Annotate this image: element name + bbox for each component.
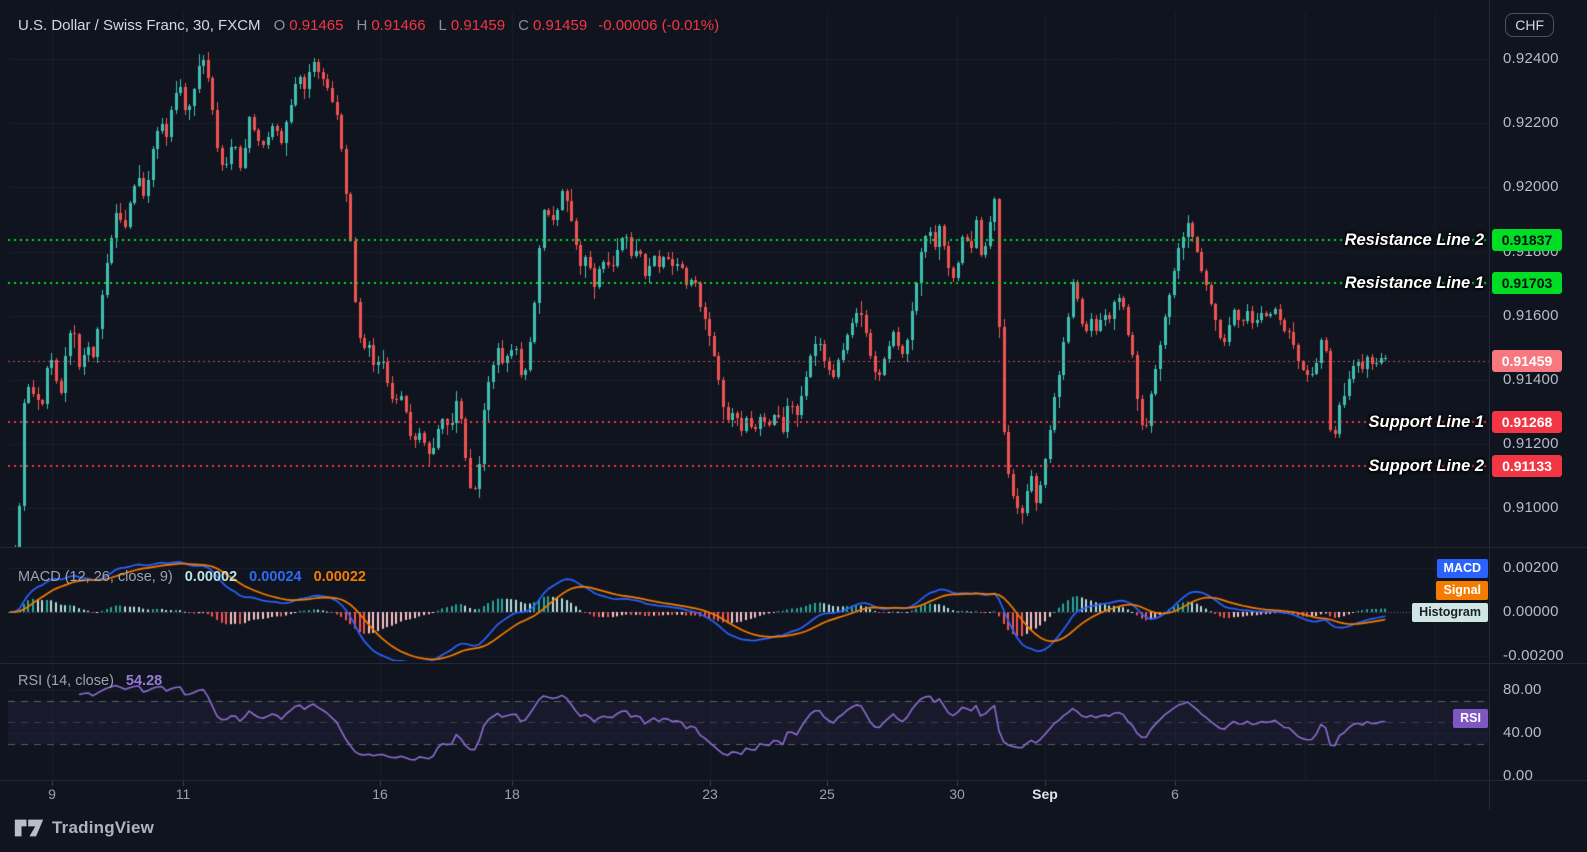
ohlc-close-value: 0.91459: [532, 17, 588, 34]
rsi-pane-separator[interactable]: [0, 663, 1587, 664]
ohlc-high-label: H: [356, 17, 368, 34]
macd-signal-value: 0.00022: [313, 569, 366, 585]
time-axis-label: 30: [949, 786, 965, 802]
macd-histogram-badge: Histogram: [1412, 603, 1488, 622]
macd-signal-badge: Signal: [1436, 581, 1488, 600]
price-axis-tick: 0.91400: [1503, 371, 1559, 388]
rsi-value: 54.28: [125, 673, 163, 689]
last-price-badge: 0.91459: [1492, 350, 1562, 373]
price-axis-tick: 0.92200: [1503, 114, 1559, 132]
tradingview-logo[interactable]: TradingView: [14, 816, 154, 840]
rsi-header: RSI (14, close) 54.28: [18, 673, 162, 689]
time-axis-label: 9: [48, 786, 56, 802]
rsi-axis-tick: 80.00: [1503, 681, 1542, 698]
level-annotation-support-2[interactable]: Support Line 2: [1369, 455, 1485, 477]
level-badge-support-1: 0.91268: [1492, 411, 1562, 434]
ohlc-low-value: 0.91459: [450, 17, 506, 34]
macd-axis-tick: 0.00000: [1503, 603, 1559, 620]
price-axis-tick: 0.91000: [1503, 499, 1559, 517]
level-annotation-support-1[interactable]: Support Line 1: [1369, 411, 1485, 433]
tradingview-chart-window: U.S. Dollar / Swiss Franc, 30, FXCM O 0.…: [0, 0, 1587, 852]
ohlc-high-value: 0.91466: [371, 17, 426, 34]
price-axis-tick: 0.92000: [1503, 178, 1559, 196]
symbol-legend: U.S. Dollar / Swiss Franc, 30, FXCM O 0.…: [18, 17, 719, 34]
macd-axis-tick: -0.00200: [1503, 647, 1564, 664]
currency-button[interactable]: CHF: [1505, 13, 1554, 37]
price-axis-tick: 0.91200: [1503, 435, 1559, 453]
time-axis-separator: [0, 780, 1587, 781]
time-axis-label: 16: [372, 786, 388, 802]
level-badge-resistance-2: 0.91837: [1492, 228, 1562, 251]
price-change: -0.00006 (-0.01%): [598, 17, 720, 34]
tradingview-logo-text: TradingView: [52, 818, 155, 837]
macd-line-value: 0.00024: [249, 569, 302, 585]
chart-canvas[interactable]: [0, 0, 1587, 852]
ohlc-low-label: L: [438, 17, 447, 34]
ohlc-close-label: C: [518, 17, 529, 34]
level-annotation-resistance-2[interactable]: Resistance Line 2: [1345, 229, 1484, 251]
price-axis-border: [1489, 0, 1490, 810]
macd-title[interactable]: MACD (12, 26, close, 9): [18, 569, 173, 585]
macd-histogram-value: 0.00002: [184, 569, 238, 585]
macd-header: MACD (12, 26, close, 9) 0.00002 0.00024 …: [18, 569, 366, 585]
time-axis-label: 23: [702, 786, 718, 802]
time-axis-label: Sep: [1032, 786, 1058, 802]
rsi-title[interactable]: RSI (14, close): [18, 673, 114, 689]
macd-line-badge: MACD: [1436, 559, 1488, 578]
rsi-axis-tick: 40.00: [1503, 724, 1542, 741]
tradingview-logo-icon: [14, 819, 44, 837]
level-badge-support-2: 0.91133: [1492, 454, 1562, 477]
ohlc-open-value: 0.91465: [289, 17, 344, 34]
rsi-badge: RSI: [1453, 709, 1488, 728]
level-badge-resistance-1: 0.91703: [1492, 271, 1562, 294]
time-axis-label: 18: [504, 786, 520, 802]
macd-axis-tick: 0.00200: [1503, 559, 1559, 576]
macd-pane-separator[interactable]: [0, 547, 1587, 548]
price-axis-tick: 0.91600: [1503, 306, 1559, 324]
ohlc-open-label: O: [273, 17, 286, 34]
level-annotation-resistance-1[interactable]: Resistance Line 1: [1345, 272, 1484, 294]
symbol-title[interactable]: U.S. Dollar / Swiss Franc, 30, FXCM: [18, 17, 261, 34]
time-axis-label: 6: [1171, 786, 1179, 802]
rsi-axis-tick: 0.00: [1503, 767, 1533, 784]
time-axis-label: 11: [175, 786, 191, 802]
time-axis-label: 25: [819, 786, 835, 802]
price-axis-tick: 0.92400: [1503, 50, 1559, 67]
